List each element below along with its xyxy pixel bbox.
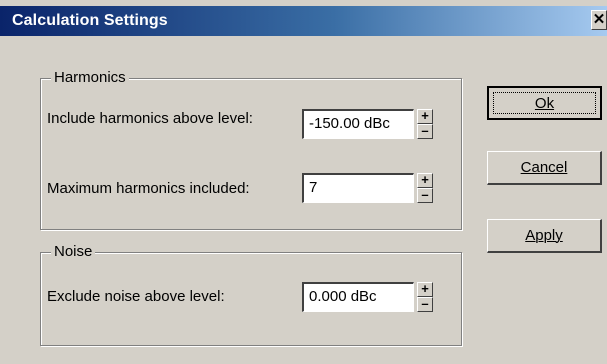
close-icon[interactable]: ✕	[591, 10, 607, 30]
ok-button[interactable]: Ok	[487, 86, 602, 120]
max-harmonics-input[interactable]: 7	[302, 173, 414, 203]
title-bar[interactable]: Calculation Settings ✕	[0, 6, 607, 36]
noise-level-label: Exclude noise above level:	[47, 288, 225, 305]
window-title: Calculation Settings	[12, 12, 168, 29]
apply-button-label: Apply	[525, 227, 563, 244]
ok-button-label: Ok	[534, 95, 555, 112]
harmonics-level-label: Include harmonics above level:	[47, 110, 253, 127]
harmonics-group-label: Harmonics	[51, 69, 129, 86]
cancel-button-label: Cancel	[520, 159, 568, 176]
max-harmonics-label: Maximum harmonics included:	[47, 180, 250, 197]
spin-up-icon[interactable]: +	[417, 109, 433, 124]
spin-up-icon[interactable]: +	[417, 282, 433, 297]
harmonics-level-spinner[interactable]: + –	[417, 109, 433, 139]
harmonics-level-input[interactable]: -150.00 dBc	[302, 109, 414, 139]
spin-down-icon[interactable]: –	[417, 124, 433, 139]
harmonics-group: Harmonics	[40, 69, 462, 230]
cancel-button[interactable]: Cancel	[487, 151, 602, 185]
calculation-settings-dialog: Calculation Settings ✕ Harmonics Include…	[0, 0, 607, 364]
spin-up-icon[interactable]: +	[417, 173, 433, 188]
noise-group-label: Noise	[51, 243, 96, 260]
noise-level-input[interactable]: 0.000 dBc	[302, 282, 414, 312]
noise-level-spinner[interactable]: + –	[417, 282, 433, 312]
spin-down-icon[interactable]: –	[417, 188, 433, 203]
spin-down-icon[interactable]: –	[417, 297, 433, 312]
apply-button[interactable]: Apply	[487, 219, 602, 253]
max-harmonics-spinner[interactable]: + –	[417, 173, 433, 203]
